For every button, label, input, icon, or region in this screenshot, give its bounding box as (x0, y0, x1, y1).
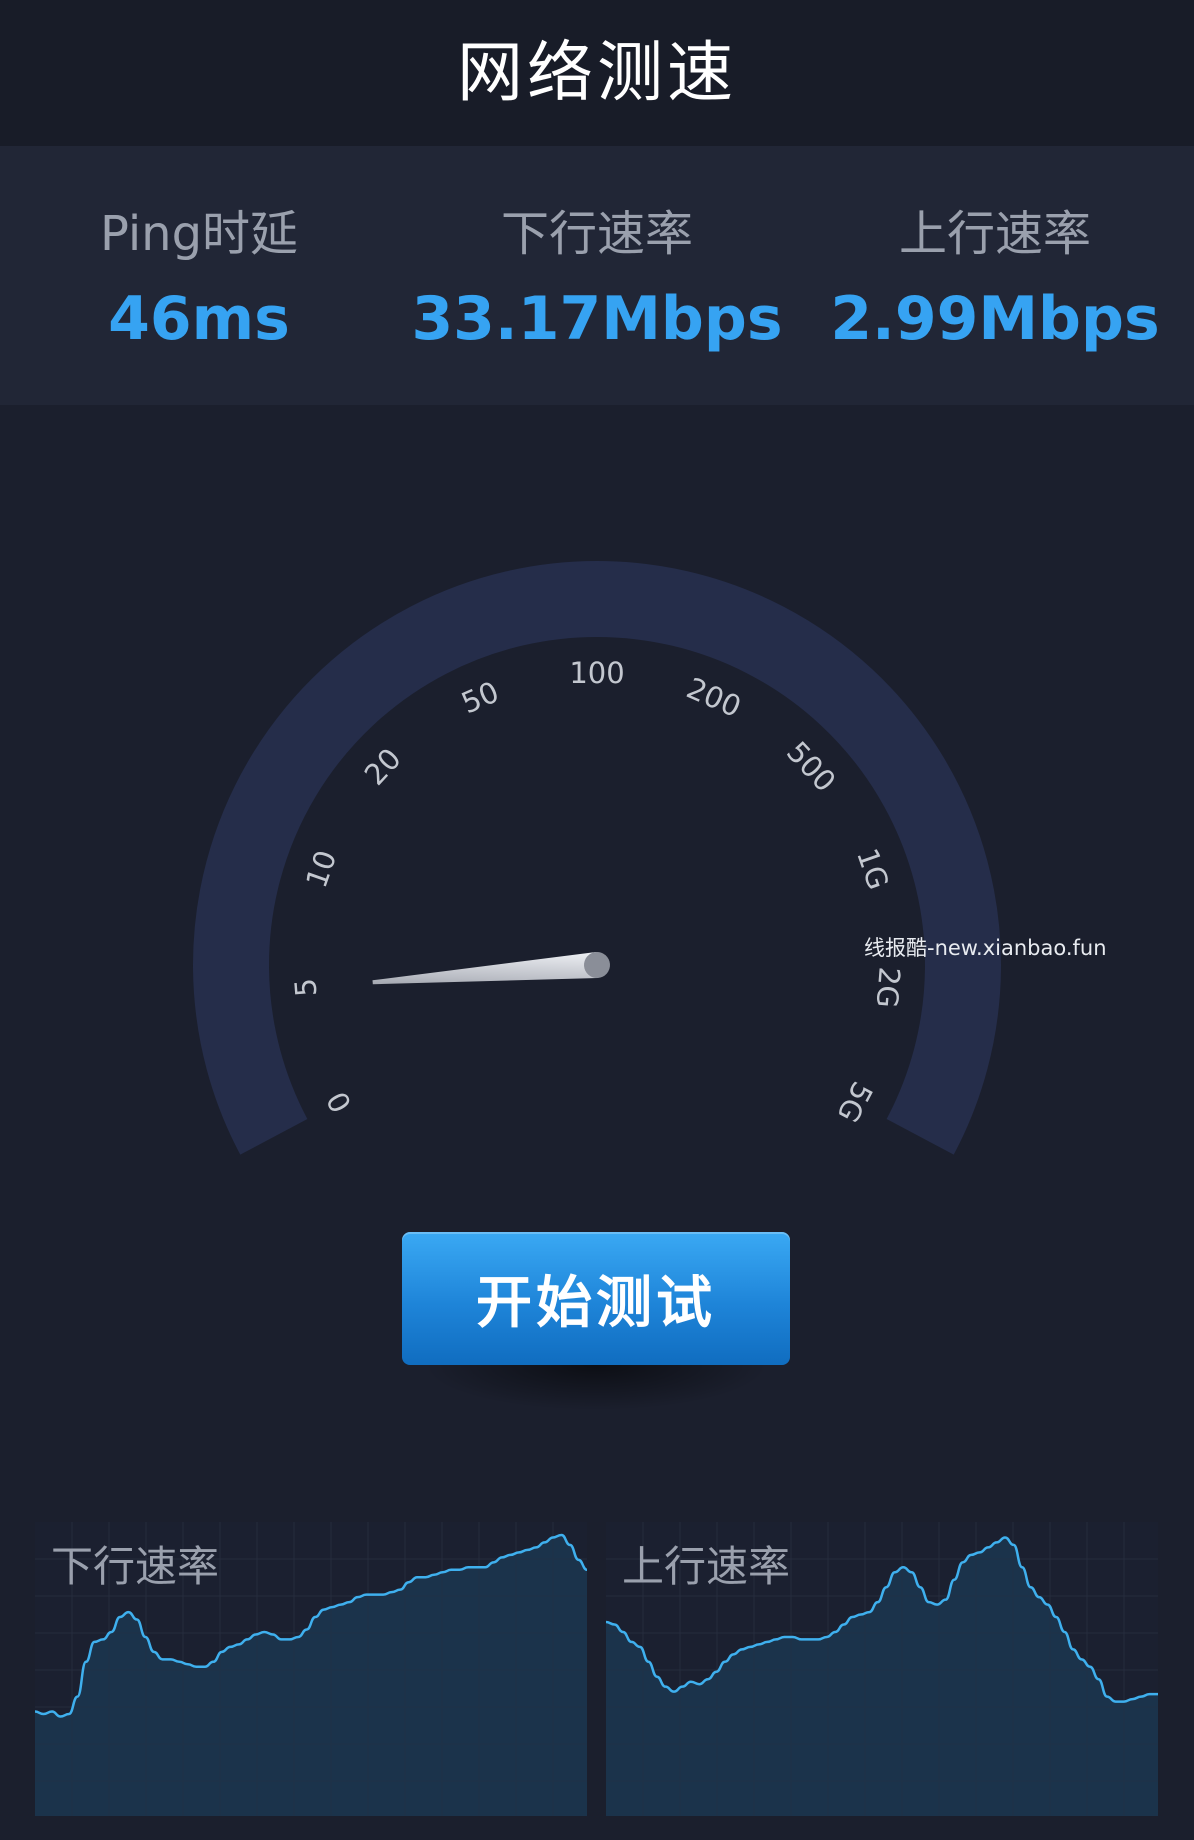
gauge-tick-label: 2G (870, 966, 907, 1009)
gauge-tick-label: 5G (830, 1076, 879, 1128)
download-label: 下行速率 (500, 206, 693, 262)
download-graph-label: 下行速率 (51, 1542, 220, 1591)
watermark-text: 线报酷-new.xianbao.fun (864, 936, 1107, 960)
page-title: 网络测速 (457, 34, 737, 111)
gauge-tick-label: 20 (358, 742, 408, 792)
gauge-tick-label: 100 (569, 656, 624, 690)
upload-graph-label: 上行速率 (622, 1542, 791, 1591)
stats-panel: Ping时延 46ms 下行速率 33.17Mbps 上行速率 2.99Mbps (0, 146, 1194, 405)
gauge-tick-label: 5 (288, 977, 323, 998)
needle-shape (372, 952, 598, 985)
start-button-wrap: 开始测试 (402, 1232, 790, 1411)
speed-gauge: 0 5 10 20 50 100 200 5001G 2G 5G (193, 561, 1001, 1155)
gauge-tick-label: 10 (299, 846, 343, 892)
gauge-tick-label: 200 (682, 671, 746, 724)
gauge-needle (372, 952, 610, 985)
download-value: 33.17Mbps (411, 284, 783, 354)
ping-stat: Ping时延 46ms (0, 146, 398, 405)
download-stat: 下行速率 33.17Mbps (398, 146, 796, 405)
gauge-tick-label: 1G (850, 844, 896, 894)
start-test-button[interactable]: 开始测试 (402, 1232, 790, 1365)
upload-stat: 上行速率 2.99Mbps (796, 146, 1194, 405)
speed-test-screen: 网络测速 Ping时延 46ms 下行速率 33.17Mbps 上行速率 2.9… (0, 0, 1194, 1840)
start-button-shadow (422, 1365, 770, 1411)
upload-value: 2.99Mbps (830, 284, 1160, 354)
gauge-tick-label: 50 (456, 674, 503, 720)
gauge-tick-label: 0 (320, 1086, 359, 1118)
download-graph-panel: 下行速率 (35, 1522, 587, 1816)
ping-label: Ping时延 (99, 206, 299, 262)
title-bar: 网络测速 (0, 0, 1194, 146)
upload-graph-panel: 上行速率 (606, 1522, 1158, 1816)
ping-value: 46ms (108, 284, 290, 354)
gauge-tick-label: 500 (780, 735, 843, 799)
upload-label: 上行速率 (898, 206, 1091, 262)
